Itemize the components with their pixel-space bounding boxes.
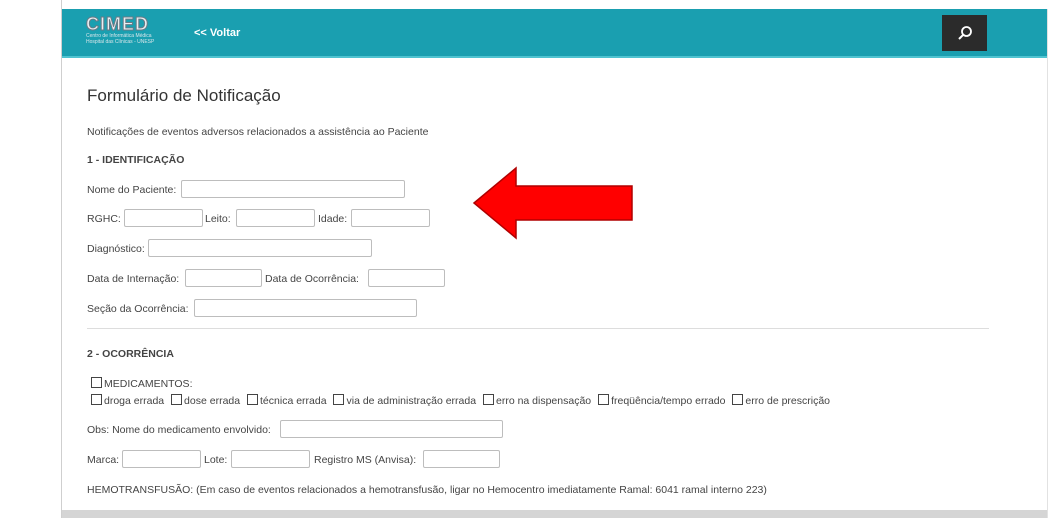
leito-label: Leito: — [205, 213, 231, 225]
medicamentos-checkbox[interactable] — [91, 377, 102, 388]
idade-input[interactable] — [351, 209, 430, 227]
diagnostico-label: Diagnóstico: — [87, 243, 145, 255]
option-frequencia-tempo[interactable]: freqüência/tempo errado — [598, 394, 726, 407]
option-erro-dispensacao[interactable]: erro na dispensação — [482, 394, 592, 407]
checkbox[interactable] — [482, 394, 494, 405]
option-tecnica-errada[interactable]: técnica errada — [247, 394, 327, 407]
section-ocorrencia: 2 - OCORRÊNCIA — [87, 348, 174, 360]
page-title: Formulário de Notificação — [87, 86, 281, 105]
option-label: via de administração errada — [346, 395, 477, 407]
option-label: erro de prescrição — [745, 395, 831, 407]
registro-ms-input[interactable] — [423, 450, 500, 468]
option-label: dose errada — [184, 395, 241, 407]
rghc-input[interactable] — [124, 209, 203, 227]
leito-input[interactable] — [236, 209, 315, 227]
notification-form: Formulário de Notificação Notificações d… — [0, 0, 1062, 518]
obs-medicamento-label: Obs: Nome do medicamento envolvido: — [87, 424, 271, 436]
data-ocorrencia-label: Data de Ocorrência: — [265, 273, 359, 285]
option-label: erro na dispensação — [495, 395, 592, 407]
hemotransfusao-label: HEMOTRANSFUSÃO: (Em caso de eventos rela… — [87, 484, 767, 496]
idade-label: Idade: — [318, 213, 348, 225]
checkbox[interactable] — [598, 394, 610, 405]
horizontal-scrollbar[interactable] — [62, 510, 1047, 518]
checkbox[interactable] — [333, 394, 345, 405]
data-ocorrencia-input[interactable] — [368, 269, 445, 287]
checkbox[interactable] — [247, 394, 259, 405]
section-identificacao: 1 - IDENTIFICAÇÃO — [87, 154, 185, 166]
option-via-administracao[interactable]: via de administração errada — [333, 394, 477, 407]
rghc-label: RGHC: — [87, 213, 121, 225]
medicamentos-checkbox-row[interactable]: MEDICAMENTOS: — [91, 377, 192, 390]
option-label: freqüência/tempo errado — [611, 395, 726, 407]
checkbox[interactable] — [91, 394, 102, 405]
obs-medicamento-input[interactable] — [280, 420, 503, 438]
section-divider — [87, 328, 989, 329]
option-dose-errada[interactable]: dose errada — [171, 394, 241, 407]
checkbox[interactable] — [732, 394, 744, 405]
lote-input[interactable] — [231, 450, 310, 468]
marca-label: Marca: — [87, 454, 120, 466]
secao-ocorrencia-label: Seção da Ocorrência: — [87, 303, 189, 315]
checkbox[interactable] — [171, 394, 183, 405]
diagnostico-input[interactable] — [148, 239, 372, 257]
registro-ms-label: Registro MS (Anvisa): — [314, 454, 417, 466]
medicamentos-label: MEDICAMENTOS: — [104, 378, 193, 390]
medication-options: droga errada dose errada técnica errada … — [91, 394, 834, 407]
marca-input[interactable] — [122, 450, 201, 468]
option-erro-prescricao[interactable]: erro de prescrição — [732, 394, 831, 407]
option-droga-errada[interactable]: droga errada — [91, 394, 165, 407]
nome-paciente-input[interactable] — [181, 180, 405, 198]
data-internacao-input[interactable] — [185, 269, 262, 287]
option-label: droga errada — [104, 395, 165, 407]
nome-paciente-label: Nome do Paciente: — [87, 184, 177, 196]
option-label: técnica errada — [260, 395, 327, 407]
page-subtitle: Notificações de eventos adversos relacio… — [87, 126, 429, 138]
data-internacao-label: Data de Internação: — [87, 273, 180, 285]
secao-ocorrencia-input[interactable] — [194, 299, 417, 317]
lote-label: Lote: — [204, 454, 228, 466]
red-arrow-annotation — [472, 166, 633, 240]
